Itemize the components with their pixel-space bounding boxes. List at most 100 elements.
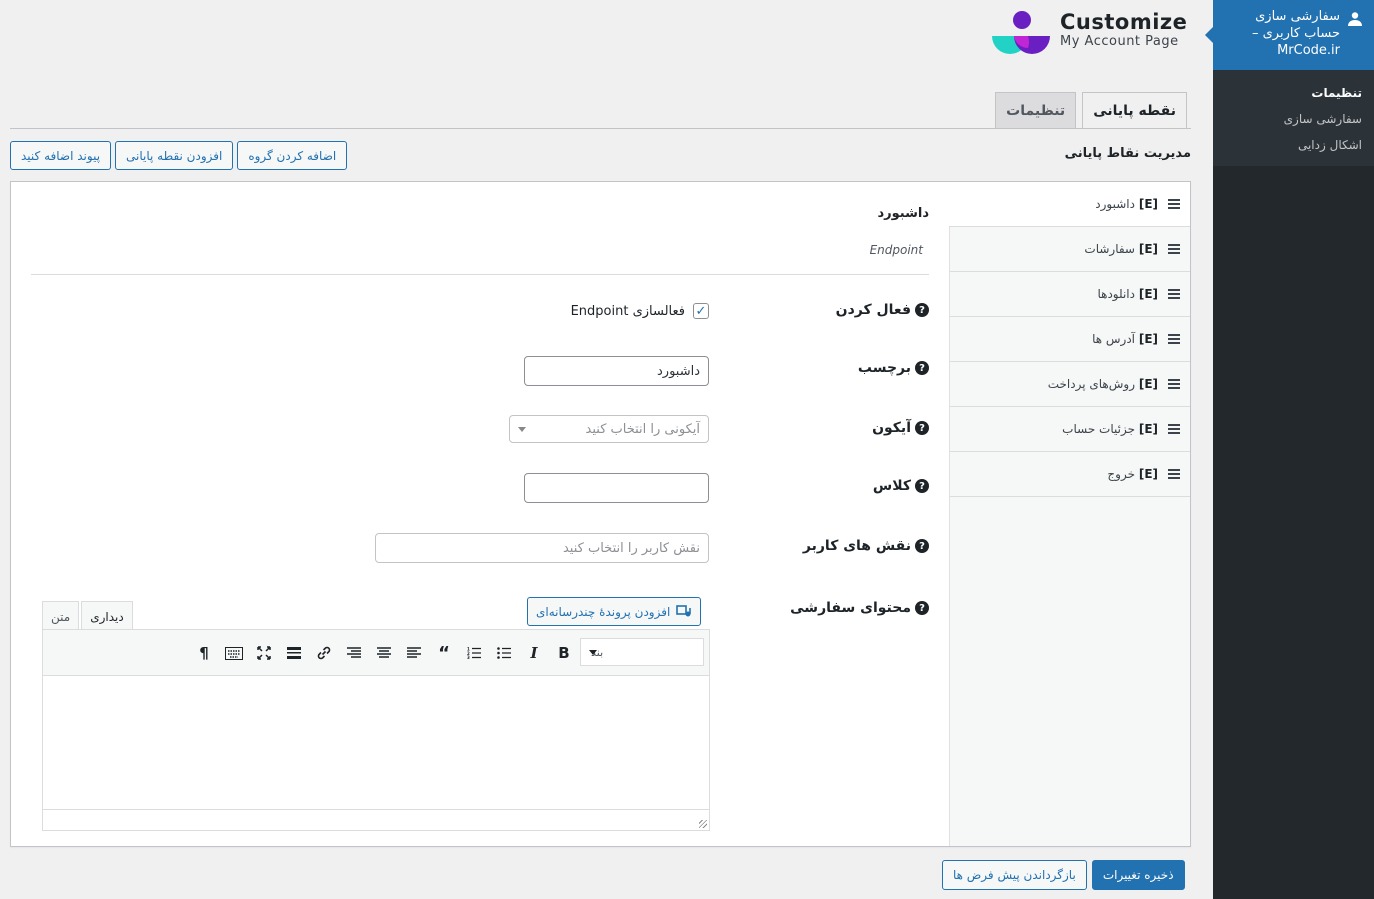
help-icon[interactable]: ?: [915, 601, 929, 615]
admin-submenu: تنظیمات سفارشی سازی اشکال زدایی: [1213, 70, 1374, 166]
enable-checkbox[interactable]: ✓: [693, 303, 709, 319]
drag-handle-icon[interactable]: [1168, 424, 1180, 434]
endpoint-item-orders[interactable]: [E] سفارشات: [950, 227, 1190, 272]
action-buttons: پیوند اضافه کنید افزودن نقطه پایانی اضاف…: [10, 141, 348, 170]
label-field-label: ? برچسب: [858, 360, 929, 376]
enable-checkbox-text: فعالسازی Endpoint: [570, 303, 685, 319]
chevron-down-icon: [518, 427, 526, 432]
editor-tab-visual[interactable]: دیداری: [81, 601, 133, 631]
enable-label: ? فعال کردن: [836, 302, 929, 318]
reset-defaults-button[interactable]: بازگرداندن پیش فرض ها: [942, 860, 1087, 890]
add-media-button[interactable]: افزودن پروندهٔ چندرسانه‌ای: [527, 597, 702, 626]
fullscreen-icon[interactable]: [253, 642, 275, 664]
class-input[interactable]: [524, 473, 709, 503]
endpoint-type: Endpoint: [869, 243, 923, 257]
help-icon[interactable]: ?: [915, 361, 929, 375]
footer-buttons: بازگرداندن پیش فرض ها ذخیره تغییرات: [942, 860, 1185, 890]
endpoint-label: داشبورد: [1095, 197, 1135, 211]
admin-menu-current-item[interactable]: سفارشی سازی حساب کاربری – MrCode.ir: [1205, 0, 1374, 70]
label-input[interactable]: داشبورد: [524, 356, 709, 386]
admin-sidebar: سفارشی سازی حساب کاربری – MrCode.ir تنظی…: [1205, 0, 1374, 899]
read-more-icon[interactable]: [283, 642, 305, 664]
logo-title: Customize: [1060, 10, 1188, 34]
endpoint-tag: [E]: [1138, 197, 1158, 211]
endpoint-tag: [E]: [1138, 287, 1158, 301]
unordered-list-icon[interactable]: [493, 642, 515, 664]
editor-statusbar: [43, 809, 709, 830]
icon-select[interactable]: آیکونی را انتخاب کنید: [509, 415, 709, 443]
italic-icon[interactable]: I: [523, 642, 545, 664]
help-icon[interactable]: ?: [915, 479, 929, 493]
drag-handle-icon[interactable]: [1168, 289, 1180, 299]
help-icon[interactable]: ?: [915, 421, 929, 435]
endpoint-tag: [E]: [1138, 467, 1158, 481]
drag-handle-icon[interactable]: [1168, 379, 1180, 389]
add-endpoint-button[interactable]: افزودن نقطه پایانی: [115, 141, 234, 170]
endpoint-tag: [E]: [1138, 242, 1158, 256]
content-field-label: ? محتوای سفارشی: [790, 600, 929, 616]
endpoint-label: آدرس ها: [1092, 332, 1135, 346]
media-icon: [676, 604, 692, 616]
drag-handle-icon[interactable]: [1168, 199, 1180, 209]
svg-text:3: 3: [467, 655, 470, 659]
blockquote-icon[interactable]: “: [433, 642, 455, 664]
editor-tab-text[interactable]: متن: [42, 601, 80, 631]
help-icon[interactable]: ?: [915, 303, 929, 317]
link-icon[interactable]: [313, 642, 335, 664]
endpoint-item-addresses[interactable]: [E] آدرس ها: [950, 317, 1190, 362]
tab-endpoint[interactable]: نقطه پایانی: [1082, 92, 1187, 129]
align-left-icon[interactable]: [403, 642, 425, 664]
drag-handle-icon[interactable]: [1168, 244, 1180, 254]
add-group-button[interactable]: اضافه کردن گروه: [237, 141, 348, 170]
keyboard-icon[interactable]: [223, 642, 245, 664]
endpoint-label: جزئیات حساب: [1062, 422, 1135, 436]
nav-tabs: تنظیمات نقطه پایانی: [995, 92, 1187, 129]
submenu-item-settings[interactable]: تنظیمات: [1213, 80, 1374, 106]
submenu-item-debug[interactable]: اشکال زدایی: [1213, 132, 1374, 158]
ordered-list-icon[interactable]: 123: [463, 642, 485, 664]
roles-field-label: ? نقش های کاربر: [803, 538, 929, 554]
logo-mark-icon: [992, 11, 1050, 54]
align-center-icon[interactable]: [373, 642, 395, 664]
logo-subtitle: My Account Page: [1060, 34, 1179, 49]
endpoint-item-account-details[interactable]: [E] جزئیات حساب: [950, 407, 1190, 452]
endpoints-panel: [E] داشبورد [E] سفارشات [E] دانلودها [E]…: [10, 181, 1191, 847]
user-icon: [1346, 10, 1364, 28]
tabs-divider: [10, 128, 1191, 129]
chevron-down-icon: [589, 650, 597, 655]
drag-handle-icon[interactable]: [1168, 469, 1180, 479]
form-divider: [31, 274, 929, 275]
endpoint-item-downloads[interactable]: [E] دانلودها: [950, 272, 1190, 317]
endpoint-label: خروج: [1107, 467, 1135, 481]
endpoint-tag: [E]: [1138, 422, 1158, 436]
section-title: مدیریت نقاط پایانی: [1064, 146, 1191, 161]
endpoint-label: روش‌های پرداخت: [1047, 377, 1135, 391]
endpoint-item-payment-methods[interactable]: [E] روش‌های پرداخت: [950, 362, 1190, 407]
editor-toolbar: ¶ “ 1 2 3 I B بند: [43, 630, 709, 676]
endpoint-tag: [E]: [1138, 332, 1158, 346]
tab-settings[interactable]: تنظیمات: [995, 92, 1077, 128]
endpoint-item-dashboard[interactable]: [E] داشبورد: [949, 182, 1190, 227]
endpoint-item-logout[interactable]: [E] خروج: [950, 452, 1190, 497]
format-select[interactable]: بند: [580, 638, 704, 666]
drag-handle-icon[interactable]: [1168, 334, 1180, 344]
endpoint-label: دانلودها: [1097, 287, 1135, 301]
bold-icon[interactable]: B: [553, 642, 575, 664]
endpoint-tag: [E]: [1138, 377, 1158, 391]
editor-body[interactable]: [43, 676, 709, 809]
editor-tabs: متن دیداری: [42, 601, 133, 631]
content-editor: ¶ “ 1 2 3 I B بند: [42, 629, 710, 831]
plugin-logo: Customize My Account Page: [992, 8, 1192, 58]
help-icon[interactable]: ?: [915, 539, 929, 553]
align-right-icon[interactable]: [343, 642, 365, 664]
class-field-label: ? کلاس: [873, 478, 929, 494]
resize-handle-icon[interactable]: [699, 820, 707, 828]
admin-menu-current-label: سفارشی سازی حساب کاربری – MrCode.ir: [1252, 9, 1340, 58]
add-link-button[interactable]: پیوند اضافه کنید: [10, 141, 112, 170]
endpoint-label: سفارشات: [1084, 242, 1135, 256]
paragraph-rtl-icon[interactable]: ¶: [193, 642, 215, 664]
submenu-item-customize[interactable]: سفارشی سازی: [1213, 106, 1374, 132]
enable-checkbox-wrap[interactable]: ✓ فعالسازی Endpoint: [571, 303, 709, 319]
roles-input[interactable]: نقش کاربر را انتخاب کنید: [375, 533, 709, 563]
save-changes-button[interactable]: ذخیره تغییرات: [1091, 860, 1185, 890]
